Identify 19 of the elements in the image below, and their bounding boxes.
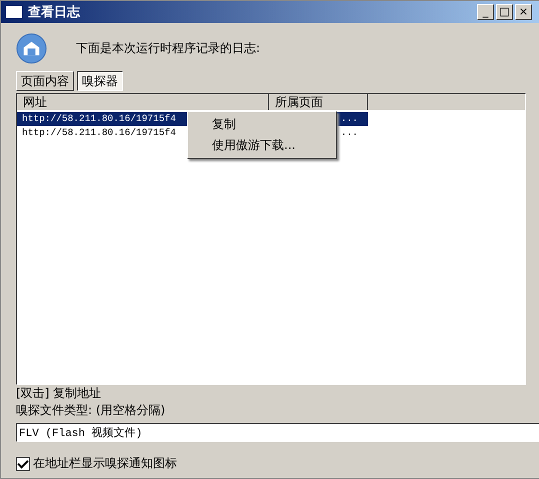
intro-text: 下面是本次运行时程序记录的日志: <box>76 40 260 56</box>
window-button[interactable]: _ <box>477 4 494 20</box>
column-header[interactable]: 所属页面 <box>269 94 368 110</box>
column-header[interactable]: 网址 <box>17 94 269 110</box>
window-button[interactable]: × <box>515 4 532 20</box>
tab[interactable]: 页面内容 <box>16 71 74 91</box>
checkbox-label: 在地址栏显示嗅探通知图标 <box>33 455 177 472</box>
window-icon <box>5 5 23 19</box>
window-button[interactable]: □ <box>496 4 513 20</box>
hint-text: [双击] 复制地址 <box>16 385 102 402</box>
url-cell-text: http://58.211.80.16/19715f4 <box>21 126 177 140</box>
page-cell-text: ... <box>340 126 359 140</box>
house-logo-icon <box>16 32 47 64</box>
menu-item[interactable]: 使用傲游下载... <box>188 135 336 156</box>
checkbox[interactable] <box>16 456 30 470</box>
file-types-field[interactable]: FLV (Flash 视频文件) <box>16 423 539 442</box>
tab[interactable]: 嗅探器 <box>77 71 123 91</box>
file-types-label: 嗅探文件类型: (用空格分隔) <box>16 402 166 419</box>
window-title: 查看日志 <box>28 4 82 21</box>
